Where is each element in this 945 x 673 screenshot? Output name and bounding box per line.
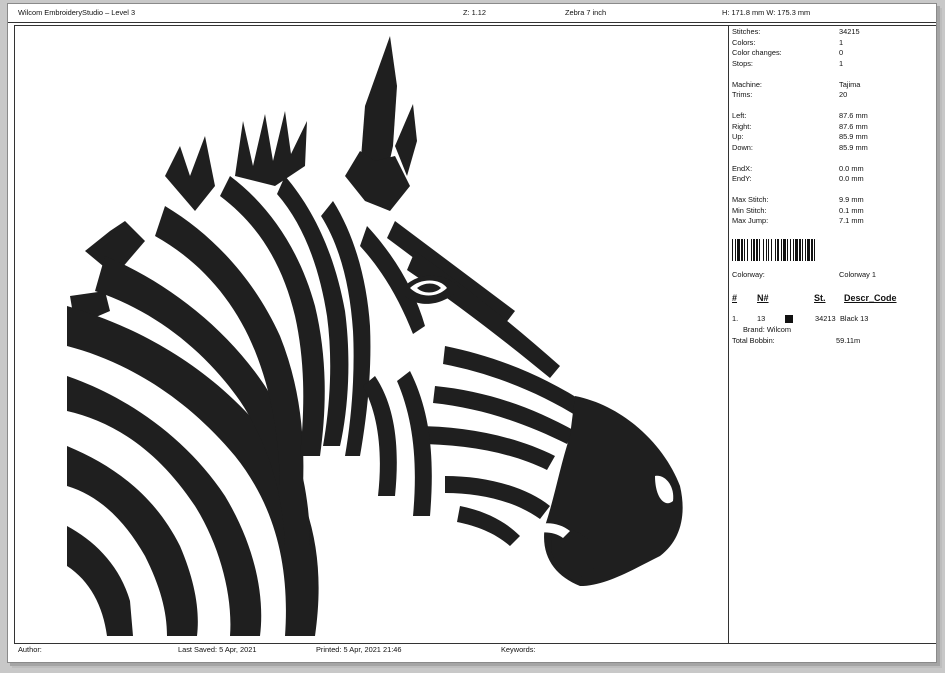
barcode-image [732,239,815,261]
stat-row: Up: 85.9 mm [732,132,932,142]
stat-row: Min Stitch: 0.1 mm [732,206,932,216]
stat-value: 1 [839,37,844,47]
stat-value: 20 [839,90,848,99]
stat-label: Max Stitch: [732,195,769,204]
stat-row: Stitches: 34215 [732,27,932,37]
color-row-num: 1. [732,314,739,323]
stat-value: 0.0 mm [839,163,864,173]
stat-row: Colors: 1 [732,38,932,48]
stat-label: Colors: [732,37,756,47]
footer-printed: Printed: 5 Apr, 2021 21:46 [316,645,402,654]
footer-author: Author: [18,645,42,654]
stat-row: Right: 87.6 mm [732,122,932,132]
total-bobbin-value: 59.11m [836,336,861,345]
stat-row: Stops: 1 [732,59,932,69]
stat-value: 85.9 mm [839,132,868,141]
colorway-value: Colorway 1 [839,270,876,279]
design-name: Zebra 7 inch [565,8,607,17]
stat-value: 34215 [839,27,860,36]
thread-color-swatch [785,315,793,323]
stat-row: Trims: 20 [732,90,932,100]
stat-value: 0 [839,48,844,57]
stat-label: Left: [732,111,747,120]
stat-value: Tajima [839,79,861,89]
color-row-stitches: 34213 [815,314,836,323]
stat-value: 0.0 mm [839,174,864,183]
col-header-descr: Descr_Code [844,293,897,303]
design-size: H: 171.8 mm W: 175.3 mm [722,8,811,17]
print-preview-sheet: Wilcom EmbroideryStudio – Level 3 Z: 1.1… [7,3,937,663]
stat-label: Machine: [732,79,762,89]
stat-row: EndY: 0.0 mm [732,174,932,184]
stat-value: 0.1 mm [839,205,864,215]
colorway-label: Colorway: [732,270,765,279]
footer-last-saved: Last Saved: 5 Apr, 2021 [178,645,257,654]
stat-label: EndY: [732,174,752,183]
header-bar: Wilcom EmbroideryStudio – Level 3 Z: 1.1… [8,4,936,23]
colorway-row: Colorway: Colorway 1 [732,270,932,280]
footer-keywords: Keywords: [501,645,536,654]
col-header-num: # [732,293,738,303]
stat-row: EndX: 0.0 mm [732,164,932,174]
stat-row: Left: 87.6 mm [732,111,932,121]
stat-value: 9.9 mm [839,195,864,204]
stat-row: Max Jump: 7.1 mm [732,216,932,226]
footer-bar: Author: Last Saved: 5 Apr, 2021 Printed:… [8,642,936,662]
stat-label: Right: [732,121,752,131]
stat-label: Down: [732,142,753,152]
stat-value: 7.1 mm [839,216,864,225]
stat-value: 85.9 mm [839,142,868,152]
zoom-level: Z: 1.12 [463,8,487,17]
app-title: Wilcom EmbroideryStudio – Level 3 [18,8,136,17]
col-header-st: St. [814,293,826,303]
stat-label: Color changes: [732,48,782,57]
stat-label: Trims: [732,90,753,99]
zebra-shape [67,36,683,636]
stat-label: Stitches: [732,27,761,36]
stat-row: Max Stitch: 9.9 mm [732,195,932,205]
col-header-n: N# [757,293,769,303]
color-row-brand: Brand: Wilcom [743,325,792,334]
stat-label: EndX: [732,163,753,173]
stat-value: 87.6 mm [839,111,868,120]
color-row-n: 13 [757,314,766,323]
stat-label: Up: [732,132,744,141]
zebra-embroidery-image [67,36,683,636]
stat-row: Down: 85.9 mm [732,143,932,153]
stat-value: 87.6 mm [839,121,868,131]
stat-row: Machine: Tajima [732,80,932,90]
design-preview [14,25,729,644]
stat-value: 1 [839,58,844,68]
stat-row: Color changes: 0 [732,48,932,58]
stat-label: Max Jump: [732,216,769,225]
color-row-descr: Black 13 [840,314,869,323]
design-info-panel: Stitches: 34215 Colors: 1 Color changes: 0 Sto… [727,25,936,644]
stat-label: Stops: [732,58,753,68]
stat-label: Min Stitch: [732,205,767,215]
total-bobbin-label: Total Bobbin: [732,336,775,345]
